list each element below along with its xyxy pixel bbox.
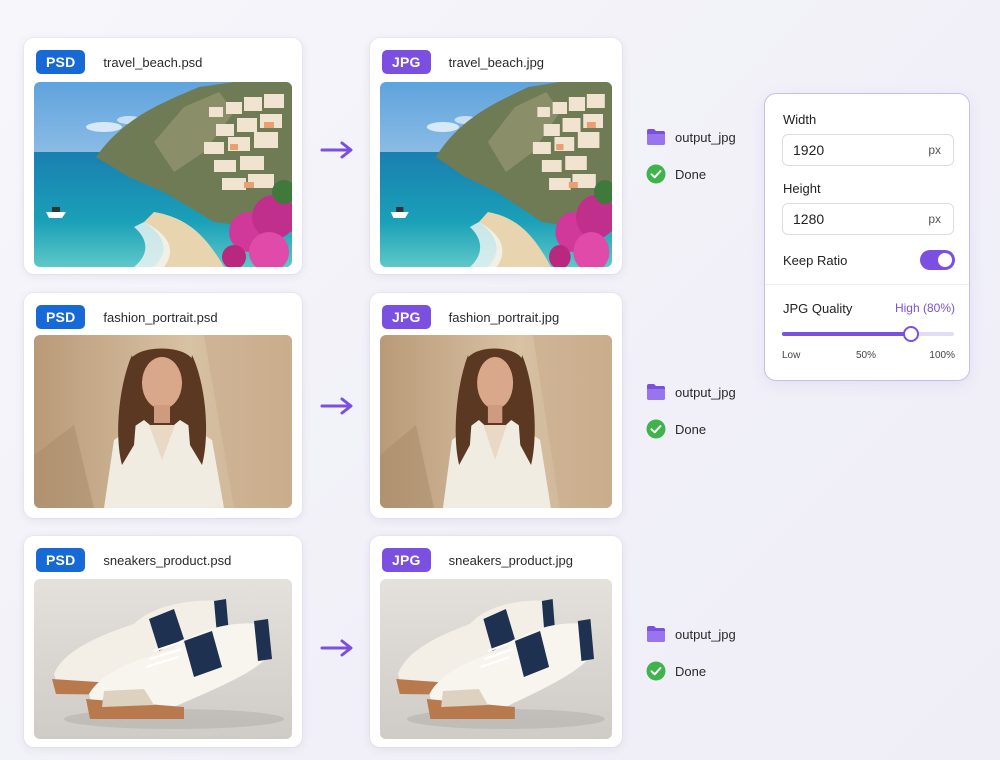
height-label: Height bbox=[783, 181, 821, 196]
sneakers-product-photo bbox=[34, 579, 292, 739]
source-card-fashion-portrait[interactable]: PSD fashion_portrait.psd bbox=[24, 293, 302, 518]
source-card-travel-beach[interactable]: PSD travel_beach.psd bbox=[24, 38, 302, 274]
output-folder-link[interactable]: output_jpg bbox=[646, 382, 736, 402]
status-block: output_jpg Done bbox=[646, 127, 736, 184]
status-done: Done bbox=[646, 164, 736, 184]
output-card-sneakers-product[interactable]: JPG sneakers_product.jpg bbox=[370, 536, 622, 747]
width-label: Width bbox=[783, 112, 817, 127]
woman-portrait-photo bbox=[34, 335, 292, 508]
output-card-travel-beach[interactable]: JPG travel_beach.jpg bbox=[370, 38, 622, 274]
width-field[interactable]: 1920 px bbox=[782, 134, 954, 166]
quality-slider[interactable] bbox=[782, 326, 954, 342]
folder-name: output_jpg bbox=[675, 384, 736, 400]
folder-name: output_jpg bbox=[675, 129, 736, 145]
folder-icon bbox=[647, 129, 665, 145]
source-filename: sneakers_product.psd bbox=[103, 552, 232, 568]
width-value: 1920 bbox=[793, 142, 825, 158]
output-filename: sneakers_product.jpg bbox=[448, 552, 573, 568]
width-unit: px bbox=[928, 143, 941, 157]
quality-label: JPG Quality bbox=[783, 301, 853, 316]
quality-value: High (80%) bbox=[894, 301, 955, 315]
source-card-sneakers-product[interactable]: PSD sneakers_product.psd bbox=[24, 536, 302, 747]
divider bbox=[765, 284, 969, 285]
jpg-badge: JPG bbox=[382, 50, 431, 74]
height-value: 1280 bbox=[793, 211, 825, 227]
arrow-right-icon bbox=[320, 639, 353, 657]
output-folder-link[interactable]: output_jpg bbox=[646, 624, 736, 644]
tick-low: Low bbox=[782, 350, 801, 361]
psd-badge: PSD bbox=[36, 548, 86, 572]
keep-ratio-toggle[interactable] bbox=[920, 250, 955, 270]
psd-badge: PSD bbox=[36, 50, 86, 74]
settings-panel: Width 1920 px Height 1280 px Keep Ratio … bbox=[764, 93, 970, 381]
output-folder-link[interactable]: output_jpg bbox=[646, 127, 736, 147]
folder-name: output_jpg bbox=[675, 626, 736, 642]
tick-mid: 50% bbox=[856, 350, 877, 361]
folder-icon bbox=[647, 626, 665, 642]
jpg-badge: JPG bbox=[382, 305, 431, 329]
coastal-cliff-village-photo bbox=[380, 82, 612, 267]
jpg-badge: JPG bbox=[382, 548, 431, 572]
status-done: Done bbox=[646, 419, 736, 439]
check-circle-icon bbox=[646, 419, 666, 439]
height-unit: px bbox=[928, 212, 941, 226]
status-text: Done bbox=[675, 166, 707, 182]
folder-icon bbox=[647, 384, 665, 400]
keep-ratio-label: Keep Ratio bbox=[783, 253, 848, 268]
sneakers-product-photo bbox=[380, 579, 612, 739]
arrow-right-icon bbox=[320, 141, 353, 159]
arrow-right-icon bbox=[320, 397, 353, 415]
output-filename: fashion_portrait.jpg bbox=[448, 309, 560, 325]
output-card-fashion-portrait[interactable]: JPG fashion_portrait.jpg bbox=[370, 293, 622, 518]
status-block: output_jpg Done bbox=[646, 382, 736, 439]
psd-badge: PSD bbox=[36, 305, 86, 329]
status-done: Done bbox=[646, 661, 736, 681]
tick-high: 100% bbox=[929, 350, 955, 361]
woman-portrait-photo bbox=[380, 335, 612, 508]
coastal-cliff-village-photo bbox=[34, 82, 292, 267]
slider-thumb[interactable] bbox=[903, 326, 919, 342]
check-circle-icon bbox=[646, 164, 666, 184]
output-filename: travel_beach.jpg bbox=[448, 54, 545, 70]
status-block: output_jpg Done bbox=[646, 624, 736, 681]
source-filename: fashion_portrait.psd bbox=[103, 309, 218, 325]
status-text: Done bbox=[675, 421, 707, 437]
height-field[interactable]: 1280 px bbox=[782, 203, 954, 235]
source-filename: travel_beach.psd bbox=[103, 54, 203, 70]
check-circle-icon bbox=[646, 661, 666, 681]
status-text: Done bbox=[675, 663, 707, 679]
slider-fill bbox=[782, 332, 911, 336]
toggle-knob bbox=[938, 253, 952, 267]
